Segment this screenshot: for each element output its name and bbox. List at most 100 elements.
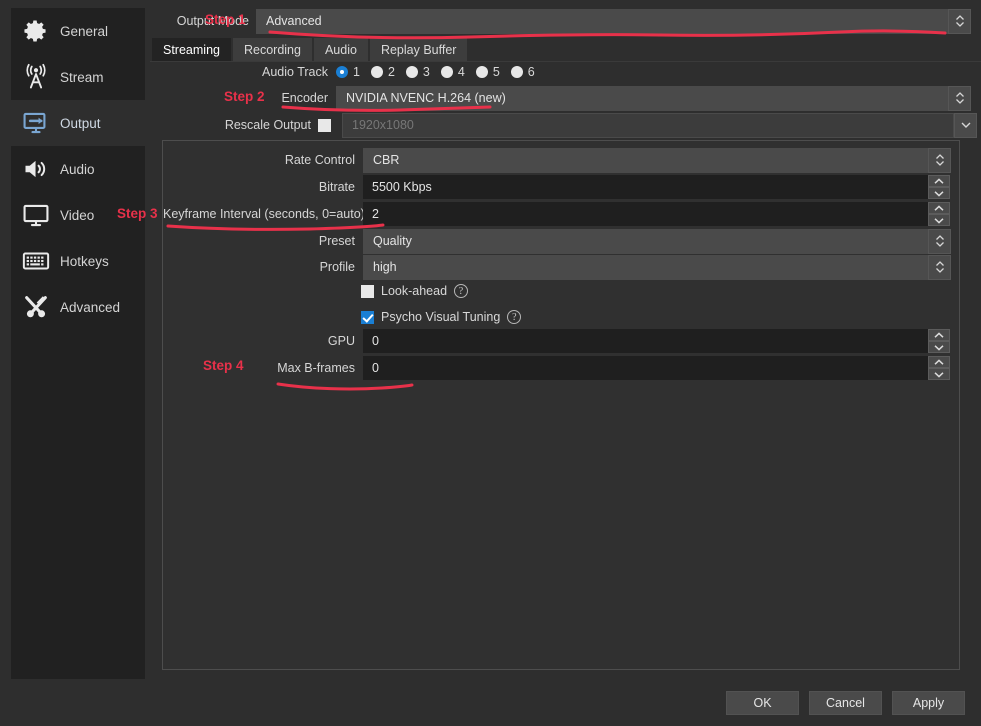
sidebar-item-output[interactable]: Output [11,100,145,146]
chevron-up-icon [934,331,944,338]
preset-value: Quality [373,234,412,248]
encoder-label: Encoder [281,91,328,105]
output-mode-combobox[interactable]: Advanced [256,8,971,34]
settings-sidebar: General Stream Output Audio Video Hotkey… [11,8,145,679]
sidebar-item-stream[interactable]: Stream [11,54,145,100]
keyframe-interval-spinner-down[interactable] [928,214,950,226]
sidebar-item-audio[interactable]: Audio [11,146,145,192]
chevron-updown-icon [955,92,964,104]
chevron-up-icon [934,204,944,211]
audio-track-radio-4[interactable]: 4 [440,65,465,79]
bitrate-spinner[interactable] [928,175,950,199]
obs-settings-window: General Stream Output Audio Video Hotkey… [0,0,981,726]
profile-combobox[interactable]: high [363,254,951,280]
keyboard-icon [21,246,51,276]
profile-label: Profile [319,260,355,274]
audio-track-radio-6[interactable]: 6 [510,65,535,79]
tab-label: Streaming [163,43,220,57]
max-bframes-input[interactable]: 0 [363,356,950,380]
sidebar-item-label: General [60,23,109,39]
max-bframes-spinner-up[interactable] [928,356,950,368]
sidebar-item-advanced[interactable]: Advanced [11,284,145,330]
bitrate-label: Bitrate [318,180,355,194]
profile-value: high [373,260,397,274]
apply-button[interactable]: Apply [892,691,965,715]
audio-track-row: Audio Track 1 2 3 4 5 6 [150,63,981,81]
tab-divider [150,61,981,62]
tab-streaming[interactable]: Streaming [152,38,231,62]
psycho-visual-tuning-label: Psycho Visual Tuning [381,310,501,324]
rate-control-stepper[interactable] [928,147,951,173]
keyframe-interval-row: Keyframe Interval (seconds, 0=auto) 2 [163,202,961,226]
gpu-spinner-up[interactable] [928,329,950,341]
speaker-icon [21,154,51,184]
rate-control-combobox[interactable]: CBR [363,147,951,173]
cancel-button[interactable]: Cancel [809,691,882,715]
rescale-resolution-dropdown-arrow[interactable] [954,112,977,138]
help-glyph: ? [512,311,517,323]
keyframe-interval-spinner[interactable] [928,202,950,226]
chevron-updown-icon [935,154,944,166]
gpu-spinner[interactable] [928,329,950,353]
tab-replay-buffer[interactable]: Replay Buffer [369,38,468,62]
preset-label: Preset [318,234,355,248]
gpu-value: 0 [372,334,379,348]
preset-stepper[interactable] [928,228,951,254]
preset-combobox[interactable]: Quality [363,228,951,254]
display-icon [21,200,51,230]
sidebar-item-video[interactable]: Video [11,192,145,238]
profile-stepper[interactable] [928,254,951,280]
sidebar-item-hotkeys[interactable]: Hotkeys [11,238,145,284]
encoder-combobox[interactable]: NVIDIA NVENC H.264 (new) [336,85,971,111]
encoder-stepper[interactable] [948,85,971,111]
output-mode-stepper[interactable] [948,8,971,34]
gpu-spinner-down[interactable] [928,341,950,353]
encoder-settings-group: Rate Control CBR Bitrate 5500 Kbps Keyfr… [162,140,960,670]
tab-label: Audio [324,43,357,57]
max-bframes-value: 0 [372,361,379,375]
gpu-input[interactable]: 0 [363,329,950,353]
bitrate-input[interactable]: 5500 Kbps [363,175,950,199]
ok-button[interactable]: OK [726,691,799,715]
sidebar-item-general[interactable]: General [11,8,145,54]
chevron-updown-icon [955,15,964,27]
output-mode-value: Advanced [266,14,322,28]
gpu-row: GPU 0 [163,329,961,353]
audio-track-radio-5[interactable]: 5 [475,65,500,79]
chevron-down-icon [934,344,944,351]
radio-indicator [440,66,453,78]
look-ahead-help-icon[interactable]: ? [454,284,469,298]
bitrate-row: Bitrate 5500 Kbps [163,175,961,199]
keyframe-interval-input[interactable]: 2 [363,202,950,226]
radio-indicator [405,66,418,78]
help-glyph: ? [458,285,464,297]
output-mode-label: Output Mode [176,14,249,28]
monitor-arrow-icon [21,108,51,138]
radio-label: 4 [457,65,465,79]
audio-track-radio-3[interactable]: 3 [405,65,430,79]
rate-control-row: Rate Control CBR [163,147,961,173]
tab-audio[interactable]: Audio [313,38,368,62]
audio-track-radio-2[interactable]: 2 [370,65,395,79]
bitrate-spinner-down[interactable] [928,187,950,199]
radio-indicator [370,66,383,78]
max-bframes-spinner-down[interactable] [928,368,950,380]
rescale-output-checkbox[interactable] [318,118,331,132]
radio-indicator [475,66,488,78]
psycho-visual-tuning-help-icon[interactable]: ? [507,310,522,324]
psycho-visual-tuning-row: Psycho Visual Tuning ? [361,308,522,326]
audio-track-radio-1[interactable]: 1 [336,65,360,79]
max-bframes-spinner[interactable] [928,356,950,380]
keyframe-interval-spinner-up[interactable] [928,202,950,214]
rate-control-label: Rate Control [284,153,355,167]
chevron-down-icon [934,371,944,378]
look-ahead-row: Look-ahead ? [361,282,469,300]
gpu-label: GPU [327,334,355,348]
bitrate-spinner-up[interactable] [928,175,950,187]
psycho-visual-tuning-checkbox[interactable] [361,310,374,324]
look-ahead-checkbox[interactable] [361,284,374,298]
rescale-resolution-combobox[interactable]: 1920x1080 [342,112,977,138]
rescale-resolution-value: 1920x1080 [352,118,414,132]
chevron-down-icon [934,217,944,224]
tab-recording[interactable]: Recording [232,38,312,62]
